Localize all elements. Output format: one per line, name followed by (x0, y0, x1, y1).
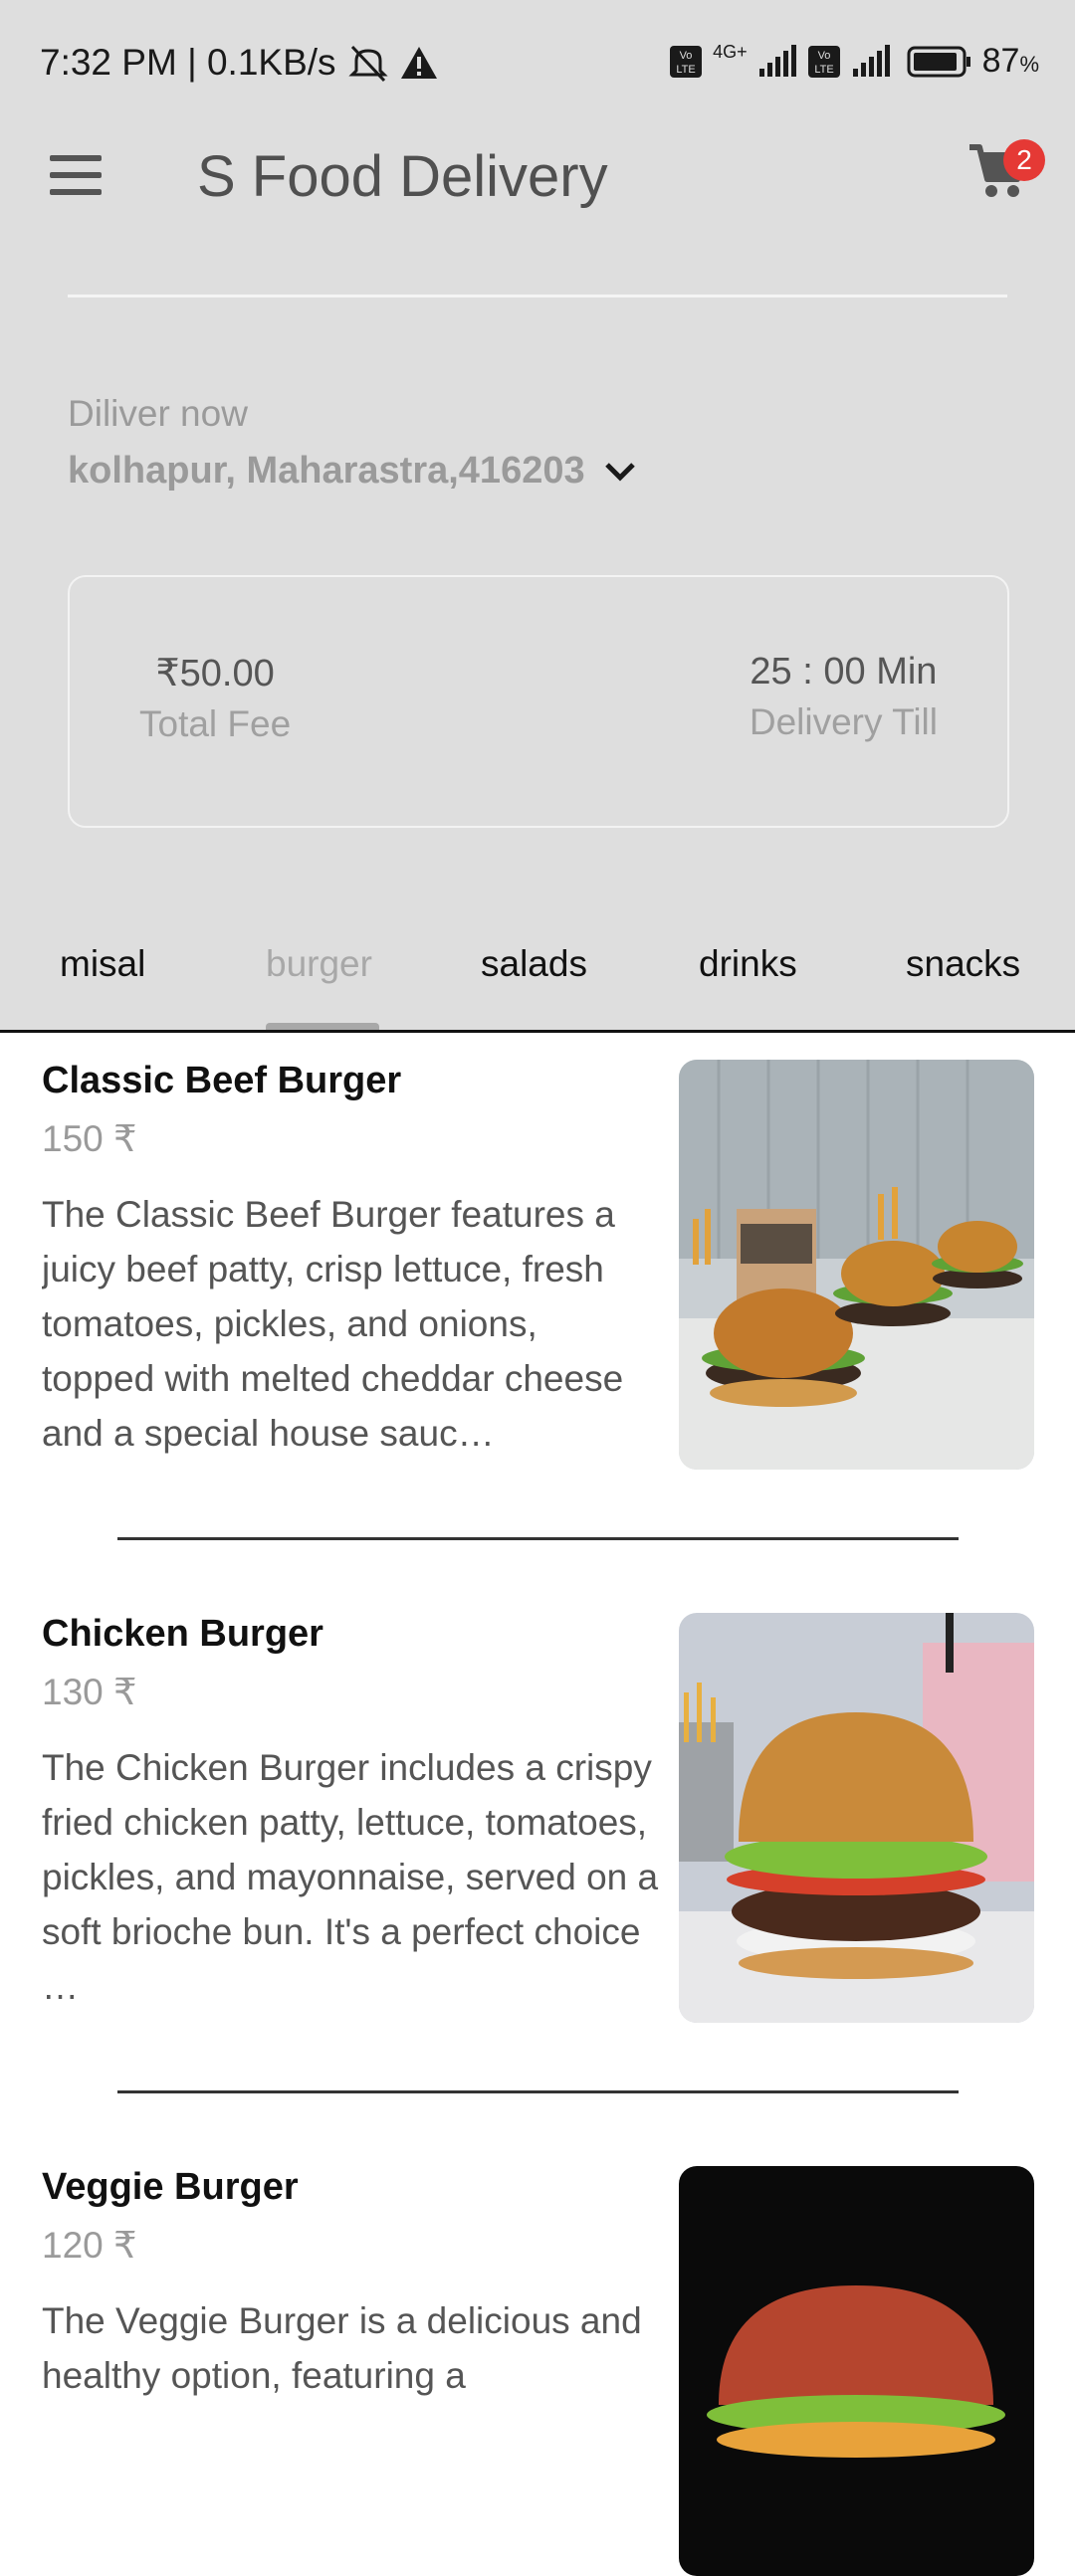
tab-drinks[interactable]: drinks (699, 943, 797, 985)
cart-count-badge: 2 (1003, 139, 1045, 181)
volte-icon: Vo LTE (670, 45, 703, 78)
cart-button[interactable]: 2 (966, 139, 1045, 209)
active-tab-indicator (266, 1023, 379, 1030)
svg-text:LTE: LTE (676, 64, 695, 76)
chevron-down-icon (604, 462, 635, 482)
delivery-time-block: 25 : 00 Min Delivery Till (750, 651, 938, 743)
battery-icon (907, 46, 970, 77)
address-text: kolhapur, Maharastra,416203 (68, 450, 585, 492)
list-item[interactable]: Classic Beef Burger 150 ₹ The Classic Be… (0, 1030, 1075, 1547)
total-fee-label: Total Fee (139, 703, 292, 744)
warning-icon (400, 47, 437, 79)
list-item[interactable]: Veggie Burger 120 ₹ The Veggie Burger is… (0, 2136, 1075, 2576)
tab-misal[interactable]: misal (60, 943, 145, 985)
total-fee-block: ₹50.00 Total Fee (139, 651, 291, 745)
item-divider (117, 2090, 959, 2093)
delivery-time-value: 25 : 00 Min (750, 651, 938, 693)
total-fee-value: ₹50.00 (155, 653, 275, 694)
item-description: The Veggie Burger is a delicious and hea… (42, 2300, 642, 2396)
item-image[interactable] (679, 1060, 1034, 1470)
address-selector[interactable]: kolhapur, Maharastra,416203 (68, 450, 637, 493)
mute-icon (347, 45, 388, 83)
delivery-time-label: Delivery Till (749, 701, 938, 742)
item-name: Chicken Burger (42, 1613, 323, 1655)
status-time: 7:32 PM | 0.1KB/s (40, 42, 336, 83)
item-divider (117, 1537, 959, 1540)
battery-level: 87% (981, 42, 1039, 80)
header-divider (68, 295, 1007, 297)
svg-text:LTE: LTE (814, 64, 833, 76)
deliver-now-label: Diliver now (68, 393, 248, 434)
delivery-summary-card: ₹50.00 Total Fee 25 : 00 Min Delivery Ti… (68, 575, 1009, 828)
volte-icon-2: Vo LTE (807, 45, 840, 78)
item-name: Classic Beef Burger (42, 1060, 402, 1101)
svg-text:Vo: Vo (680, 50, 693, 62)
tab-salads[interactable]: salads (481, 943, 587, 985)
list-item[interactable]: Chicken Burger 130 ₹ The Chicken Burger … (0, 1583, 1075, 2100)
item-name: Veggie Burger (42, 2166, 299, 2208)
menu-icon[interactable] (50, 155, 104, 195)
app-bar: S Food Delivery 2 (0, 129, 1075, 229)
item-price: 150 ₹ (42, 1118, 137, 1159)
svg-text:Vo: Vo (817, 50, 830, 62)
header-area: 7:32 PM | 0.1KB/s Vo LTE 4G+ Vo LTE 87% S (0, 0, 1075, 1033)
item-image[interactable] (679, 2166, 1034, 2576)
item-price: 130 ₹ (42, 1672, 137, 1712)
item-description: The Classic Beef Burger features a juicy… (42, 1194, 624, 1454)
status-bar: 7:32 PM | 0.1KB/s Vo LTE 4G+ Vo LTE 87% (0, 0, 1075, 129)
app-title: S Food Delivery (197, 144, 608, 209)
tab-snacks[interactable]: snacks (906, 943, 1020, 985)
network-type: 4G+ (713, 42, 748, 62)
item-description: The Chicken Burger includes a crispy fri… (42, 1747, 659, 2007)
tab-burger[interactable]: burger (266, 943, 372, 985)
signal-icon-2 (852, 44, 890, 77)
item-price: 120 ₹ (42, 2225, 137, 2266)
item-image[interactable] (679, 1613, 1034, 2023)
signal-icon (758, 44, 796, 77)
category-tabs: misal burger salads drinks snacks (0, 915, 1075, 1033)
